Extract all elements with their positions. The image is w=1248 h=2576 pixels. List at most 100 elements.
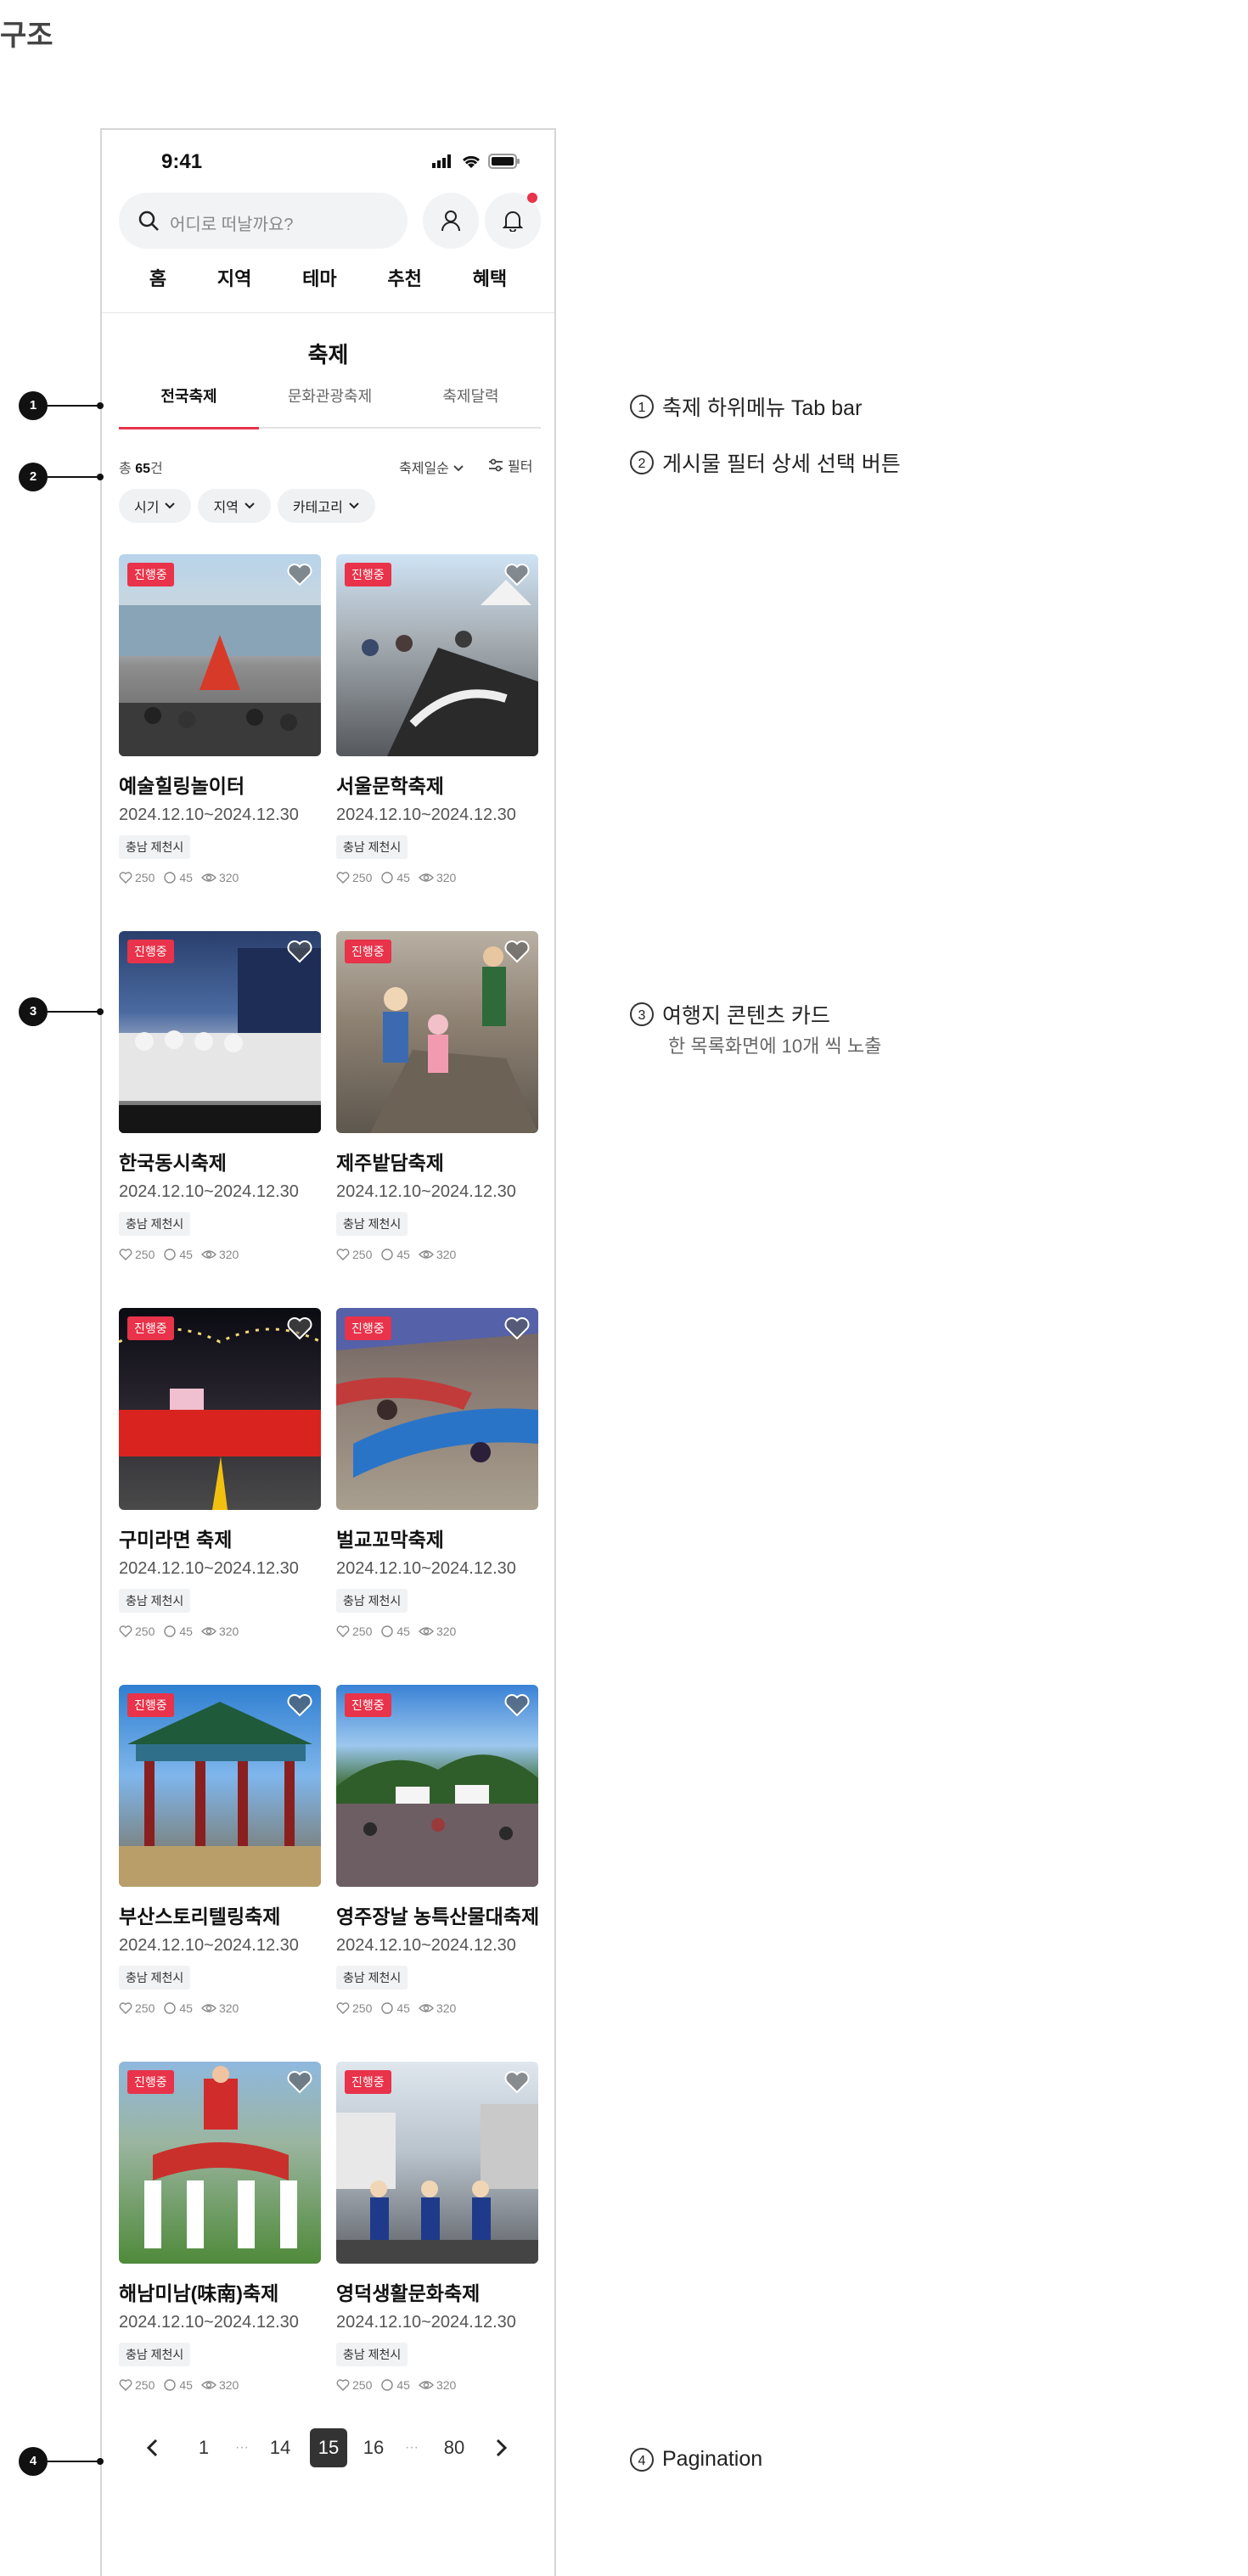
likes-stat: 250 (336, 871, 372, 884)
festival-card[interactable]: 진행중 구미라면 축제 2024.12.10~2024.12.30 충남 제천시… (119, 1308, 321, 1638)
nav-theme[interactable]: 테마 (302, 264, 336, 305)
likes-stat: 250 (336, 1625, 372, 1638)
card-title: 영주장날 농특산물대축제 (336, 1905, 540, 1928)
sort-dropdown[interactable]: 축제일순 (399, 457, 464, 477)
card-region-tag: 충남 제천시 (336, 1212, 408, 1236)
card-photo: 진행중 (119, 2062, 321, 2264)
heart-icon[interactable] (287, 1316, 312, 1340)
chip-category[interactable]: 카테고리 (277, 489, 375, 523)
card-date: 2024.12.10~2024.12.30 (119, 1559, 299, 1578)
views-count: 320 (436, 1248, 457, 1261)
profile-button[interactable] (423, 193, 479, 249)
status-badge: 진행중 (345, 940, 391, 963)
annotation-number: 3 (630, 1002, 654, 1026)
bell-icon (503, 211, 523, 232)
heart-icon[interactable] (504, 940, 530, 963)
card-region-tag: 충남 제천시 (119, 1212, 191, 1236)
card-photo: 진행중 (336, 554, 538, 756)
total-prefix: 총 (119, 462, 132, 476)
tab-culture-tourism-festival[interactable]: 문화관광축제 (260, 381, 400, 427)
annotation-leader (48, 2458, 104, 2465)
heart-outline-icon (119, 1625, 132, 1637)
heart-outline-icon (336, 2379, 350, 2391)
card-date: 2024.12.10~2024.12.30 (119, 1182, 299, 1201)
heart-icon[interactable] (287, 563, 312, 586)
festival-card[interactable]: 진행중 부산스토리텔링축제 2024.12.10~2024.12.30 충남 제… (119, 1685, 321, 2015)
page-link[interactable]: 80 (441, 2428, 467, 2467)
comments-count: 45 (179, 1625, 193, 1638)
heart-outline-icon (336, 872, 350, 884)
festival-card[interactable]: 진행중 벌교꼬막축제 2024.12.10~2024.12.30 충남 제천시 … (336, 1308, 538, 1638)
comments-count: 45 (396, 871, 410, 884)
eye-icon (200, 873, 216, 882)
festival-card[interactable]: 진행중 영덕생활문화축제 2024.12.10~2024.12.30 충남 제천… (336, 2062, 538, 2392)
festival-card[interactable]: 진행중 영주장날 농특산물대축제 2024.12.10~2024.12.30 충… (336, 1685, 540, 2015)
heart-icon[interactable] (504, 563, 530, 586)
chevron-right-icon[interactable] (492, 2439, 509, 2457)
heart-icon[interactable] (287, 940, 312, 963)
page-link[interactable]: 16 (361, 2428, 386, 2467)
comment-icon (381, 2379, 394, 2391)
card-date: 2024.12.10~2024.12.30 (336, 2313, 516, 2332)
likes-stat: 250 (336, 2001, 372, 2015)
views-count: 320 (218, 1248, 239, 1261)
status-badge: 진행중 (127, 1316, 174, 1340)
card-region-tag: 충남 제천시 (336, 835, 408, 859)
annotation-number: 1 (630, 395, 654, 418)
filter-chips: 시기 지역 카테고리 (119, 489, 375, 523)
comment-icon (164, 2002, 177, 2014)
likes-count: 250 (135, 2001, 155, 2015)
heart-icon[interactable] (287, 1693, 312, 1717)
status-bar: 9:41 (102, 130, 554, 198)
chevron-down-icon (349, 502, 359, 509)
status-badge: 진행중 (345, 563, 391, 586)
chip-region[interactable]: 지역 (198, 489, 271, 523)
nav-recommend[interactable]: 추천 (387, 264, 421, 305)
heart-icon[interactable] (504, 1693, 530, 1717)
nav-divider (102, 312, 554, 313)
views-count: 320 (436, 1625, 457, 1638)
likes-stat: 250 (119, 1248, 155, 1261)
comments-stat: 45 (380, 1248, 410, 1261)
festival-card[interactable]: 진행중 해남미남(味南)축제 2024.12.10~2024.12.30 충남 … (119, 2062, 321, 2392)
heart-icon[interactable] (504, 1316, 530, 1340)
nav-benefit[interactable]: 혜택 (473, 264, 507, 305)
chip-period[interactable]: 시기 (119, 489, 192, 523)
eye-icon (418, 2381, 434, 2389)
heart-icon[interactable] (504, 2070, 530, 2094)
status-badge: 진행중 (345, 1693, 391, 1717)
chevron-left-icon[interactable] (144, 2439, 161, 2457)
card-date: 2024.12.10~2024.12.30 (119, 1936, 299, 1955)
festival-card[interactable]: 진행중 한국동시축제 2024.12.10~2024.12.30 충남 제천시 … (119, 931, 321, 1261)
nav-region[interactable]: 지역 (217, 264, 251, 305)
card-stats: 250 45 320 (336, 2001, 538, 2015)
heart-icon[interactable] (287, 2070, 312, 2094)
annotation: 1 축제 하위메뉴 Tab bar (630, 391, 862, 422)
festival-card[interactable]: 진행중 서울문학축제 2024.12.10~2024.12.30 충남 제천시 … (336, 554, 538, 884)
page-link[interactable]: 14 (267, 2428, 293, 2467)
eye-icon (200, 1250, 216, 1259)
notification-button[interactable] (485, 193, 541, 249)
comments-stat: 45 (163, 1625, 193, 1638)
annotation: 3 여행지 콘텐츠 카드 (630, 999, 830, 1030)
annotation-leader (48, 402, 104, 409)
festival-card[interactable]: 진행중 예술힐링놀이터 2024.12.10~2024.12.30 충남 제천시… (119, 554, 321, 884)
tab-festival-calendar[interactable]: 축제달력 (401, 381, 541, 427)
views-stat: 320 (418, 871, 456, 884)
page-current[interactable]: 15 (310, 2428, 347, 2467)
search-input[interactable]: 어디로 떠날까요? (119, 193, 408, 249)
annotation-text: 여행지 콘텐츠 카드 (662, 1004, 830, 1028)
nav-home[interactable]: 홈 (149, 264, 166, 305)
page-link[interactable]: 1 (191, 2428, 216, 2467)
card-photo: 진행중 (336, 1308, 538, 1510)
festival-card[interactable]: 진행중 제주밭담축제 2024.12.10~2024.12.30 충남 제천시 … (336, 931, 538, 1261)
comments-count: 45 (179, 871, 193, 884)
views-stat: 320 (200, 871, 239, 884)
tab-national-festival[interactable]: 전국축제 (119, 381, 259, 429)
views-count: 320 (218, 1625, 239, 1638)
card-stats: 250 45 320 (119, 871, 321, 884)
user-icon (441, 210, 460, 232)
card-stats: 250 45 320 (336, 1248, 538, 1261)
views-stat: 320 (200, 2001, 239, 2015)
filter-button[interactable]: 필터 (488, 455, 532, 475)
